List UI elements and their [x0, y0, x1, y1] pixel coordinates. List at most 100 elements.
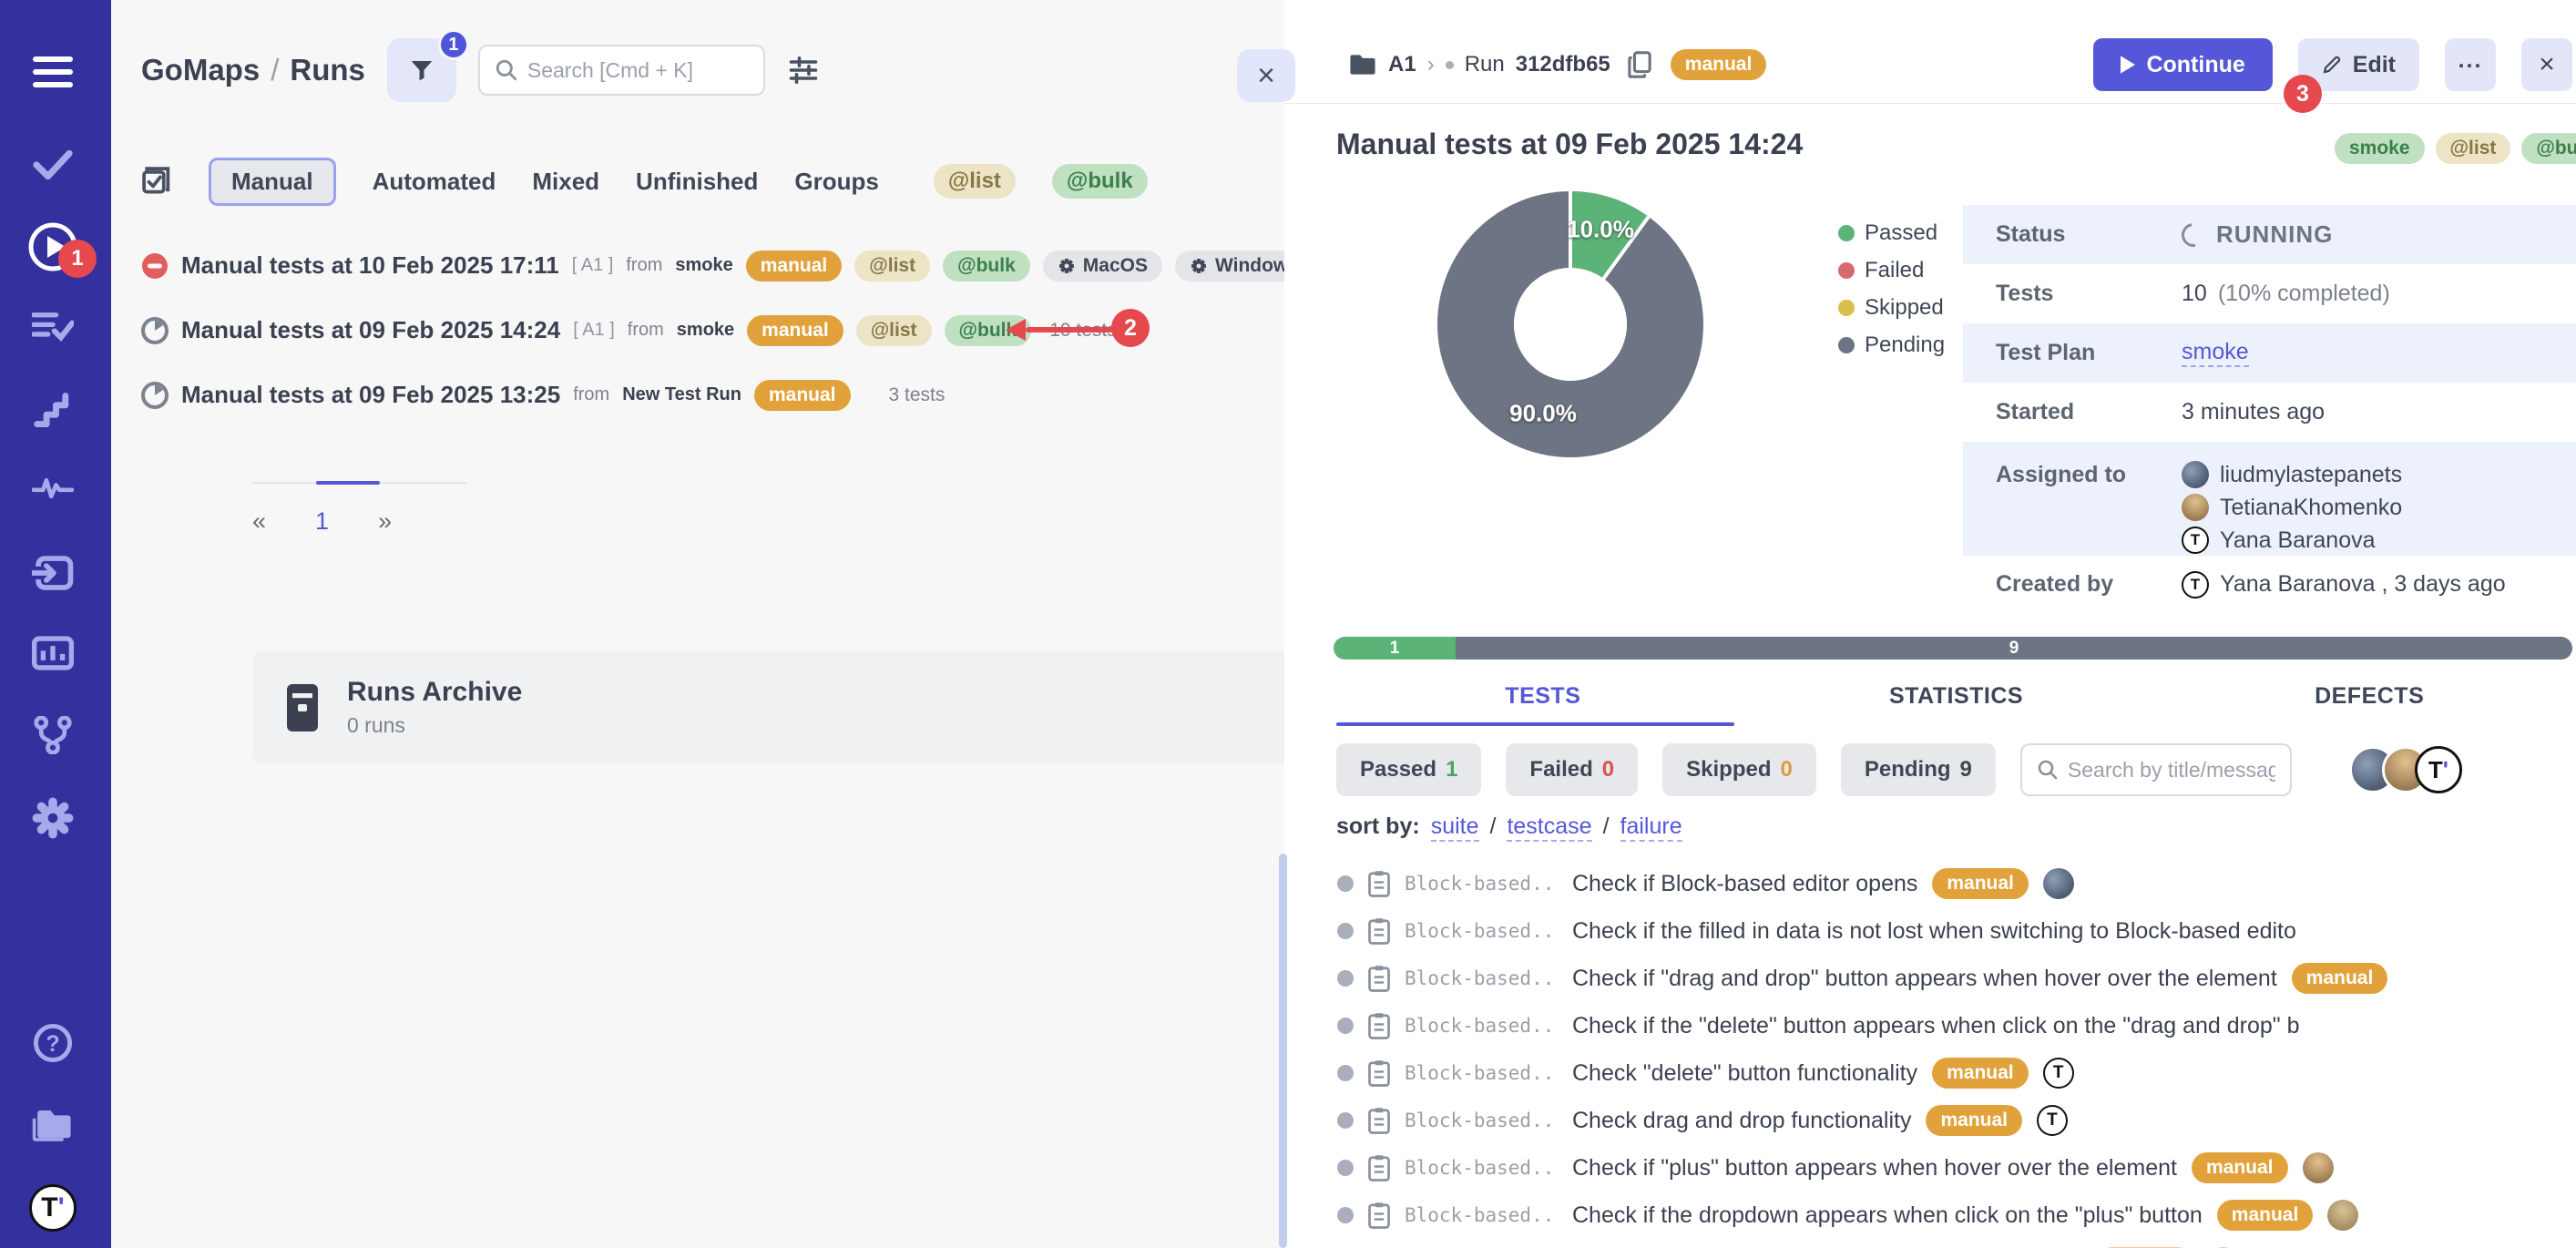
progress-pending-segment: 9	[1456, 637, 2572, 660]
run-info-table: Status RUNNING Tests 10(10% completed) T…	[1963, 205, 2576, 613]
run-status-dot	[1446, 61, 1454, 69]
tests-search[interactable]	[2020, 743, 2292, 796]
run-type-badge: manual	[747, 315, 843, 346]
spinner-icon	[2177, 218, 2210, 251]
test-row[interactable]: Block-based... Check if "drag and drop" …	[1284, 955, 2576, 1002]
run-ref: [ A1 ]	[573, 320, 615, 341]
pagination-prev-button[interactable]: «	[252, 507, 266, 536]
breadcrumb-project[interactable]: GoMaps	[141, 53, 260, 87]
test-title: Check if the filled in data is not lost …	[1572, 918, 2296, 945]
run-type-badge: manual	[1671, 49, 1767, 80]
avatar	[2303, 1152, 2334, 1183]
avatar	[2182, 461, 2209, 488]
tests-list: Block-based... Check if Block-based edit…	[1284, 860, 2576, 1248]
tab-manual[interactable]: Manual	[209, 158, 336, 206]
sidebar: 1 ? T'	[0, 0, 111, 1248]
info-row-created: Created by TYana Baranova , 3 days ago	[1963, 556, 2576, 613]
test-row[interactable]: Block-based... Check drag and drop funct…	[1284, 1097, 2576, 1144]
continue-button[interactable]: Continue	[2093, 38, 2272, 91]
pending-status-dot	[1337, 1018, 1354, 1034]
menu-icon[interactable]	[27, 46, 78, 97]
tests-search-input[interactable]	[2068, 758, 2275, 783]
assignee[interactable]: liudmylastepanets	[2182, 461, 2402, 488]
close-detail-button[interactable]: ×	[2521, 38, 2572, 91]
gear-icon	[1190, 257, 1208, 275]
breadcrumb-folder[interactable]: A1	[1388, 52, 1416, 77]
help-icon[interactable]: ?	[27, 1018, 78, 1069]
test-cases-icon[interactable]	[27, 139, 78, 190]
sort-by-suite[interactable]: suite	[1431, 813, 1479, 842]
gear-icon	[1058, 257, 1076, 275]
tag-filter-list[interactable]: @list	[934, 164, 1016, 199]
archive-title: Runs Archive	[347, 677, 522, 708]
assignee[interactable]: TetianaKhomenko	[2182, 494, 2402, 521]
panel-close-button[interactable]: ×	[1237, 49, 1295, 102]
sort-by-testcase[interactable]: testcase	[1507, 813, 1591, 842]
test-title: Check if the dropdown appears when click…	[1572, 1202, 2203, 1229]
tag-filter-bulk[interactable]: @bulk	[1052, 164, 1148, 199]
filter-failed[interactable]: Failed0	[1506, 743, 1638, 796]
filter-button[interactable]: 1	[387, 38, 456, 102]
filter-skipped[interactable]: Skipped0	[1662, 743, 1816, 796]
copy-icon[interactable]	[1627, 50, 1652, 79]
filter-pending[interactable]: Pending9	[1841, 743, 1996, 796]
run-row-3[interactable]: Manual tests at 09 Feb 2025 13:25 from N…	[111, 363, 1284, 427]
run-breadcrumb: A1 › Run 312dfb65 manual	[1348, 38, 1766, 91]
integrations-icon[interactable]	[27, 710, 78, 761]
tests-list-scrollbar[interactable]	[1279, 854, 1287, 1248]
avatar: T	[2043, 1058, 2074, 1089]
run-label: Run	[1465, 52, 1505, 77]
test-row[interactable]: Block-based... Check if the filled in da…	[1284, 907, 2576, 955]
view-settings-icon[interactable]	[787, 54, 820, 87]
runs-archive-card[interactable]: Runs Archive 0 runs ›	[252, 651, 1382, 763]
tab-defects[interactable]: DEFECTS	[2162, 683, 2576, 735]
tab-unfinished[interactable]: Unfinished	[636, 168, 758, 196]
sort-by-failure[interactable]: failure	[1620, 813, 1682, 842]
pending-status-dot	[1337, 970, 1354, 987]
search-icon	[2037, 759, 2059, 781]
tab-statistics[interactable]: STATISTICS	[1750, 683, 2163, 735]
tab-automated[interactable]: Automated	[373, 168, 496, 196]
projects-icon[interactable]	[27, 1100, 78, 1151]
pagination-next-button[interactable]: »	[378, 507, 392, 536]
activity-icon[interactable]	[27, 463, 78, 514]
run-row-1[interactable]: Manual tests at 10 Feb 2025 17:11 [ A1 ]…	[111, 233, 1284, 298]
test-row[interactable]: Block-based... Check if the "delete" but…	[1284, 1002, 2576, 1049]
run-source: smoke	[675, 255, 732, 276]
test-title: Check if "drag and drop" button appears …	[1572, 966, 2277, 992]
more-button[interactable]: ...	[2445, 38, 2496, 91]
runs-search[interactable]	[478, 45, 765, 96]
test-title: Check drag and drop functionality	[1572, 1108, 1911, 1134]
archive-icon	[285, 682, 320, 733]
avatar: T	[2182, 571, 2209, 598]
filter-passed[interactable]: Passed1	[1336, 743, 1481, 796]
test-plan-link[interactable]: smoke	[2182, 339, 2249, 367]
runs-search-input[interactable]	[527, 58, 749, 83]
pagination-page-1[interactable]: 1	[315, 507, 329, 536]
reports-icon[interactable]	[27, 628, 78, 679]
test-row[interactable]: Block-based... Check "delete" button fun…	[1284, 1049, 2576, 1097]
tab-groups[interactable]: Groups	[794, 168, 878, 196]
settings-icon[interactable]	[27, 793, 78, 844]
info-row-assigned: Assigned to liudmylastepanets TetianaKho…	[1963, 442, 2576, 556]
test-title: Check if Block-based editor opens	[1572, 871, 1917, 897]
sign-in-icon[interactable]	[27, 547, 78, 598]
info-row-tests: Tests 10(10% completed)	[1963, 264, 2576, 323]
pagination-active-indicator	[316, 481, 380, 485]
milestones-icon[interactable]	[27, 384, 78, 435]
test-row[interactable]: Block-based... Check if "plus" button ap…	[1284, 1144, 2576, 1192]
pagination: « 1 »	[252, 482, 466, 536]
tab-tests[interactable]: TESTS	[1336, 683, 1750, 735]
tab-mixed[interactable]: Mixed	[532, 168, 599, 196]
run-source: smoke	[677, 320, 734, 341]
clipboard-icon	[1368, 870, 1390, 897]
profile-avatar[interactable]: T'	[27, 1182, 78, 1233]
assignee-avatar-stack[interactable]: T'	[2364, 746, 2462, 793]
assignee[interactable]: TYana Baranova	[2182, 527, 2402, 554]
requirements-icon[interactable]	[27, 302, 78, 353]
select-all-icon[interactable]	[141, 165, 172, 198]
test-row-partial[interactable]: Block-based... manual	[1284, 1239, 2576, 1248]
search-icon	[495, 58, 518, 82]
test-row[interactable]: Block-based... Check if Block-based edit…	[1284, 860, 2576, 907]
test-row[interactable]: Block-based... Check if the dropdown app…	[1284, 1192, 2576, 1239]
